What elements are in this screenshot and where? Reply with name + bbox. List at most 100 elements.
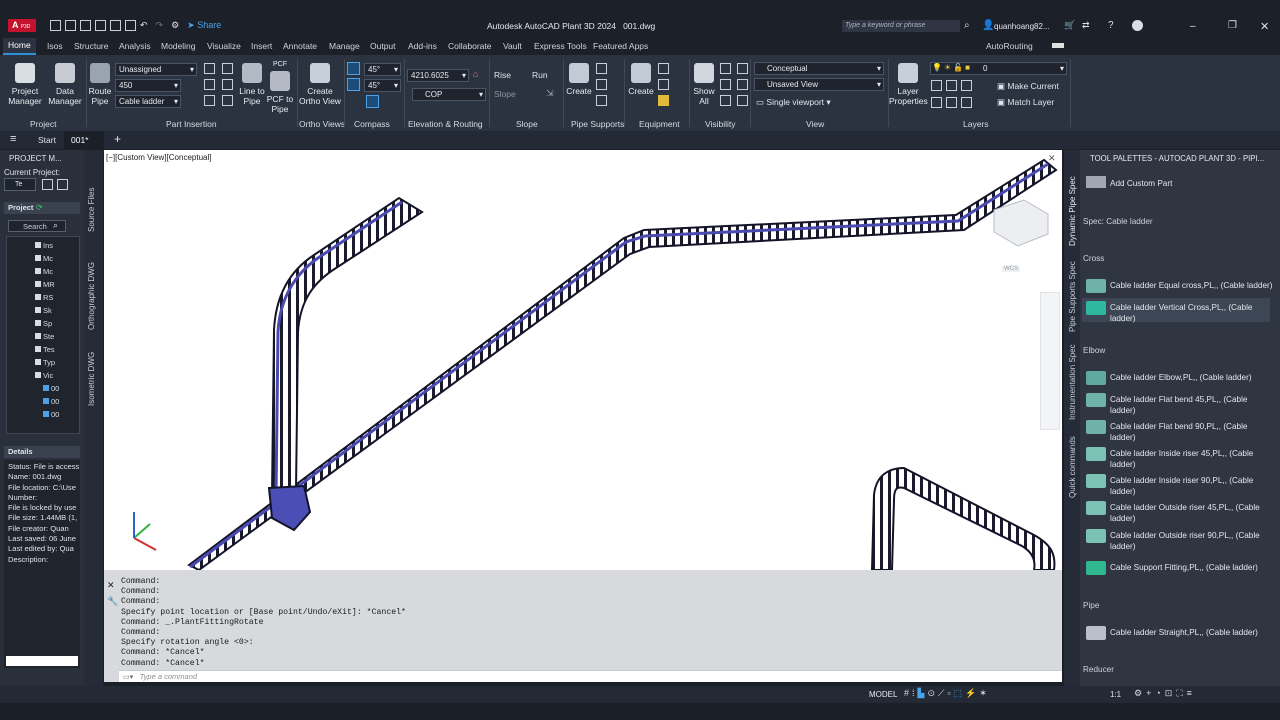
command-input-row[interactable]: ▭▾ Type a command — [119, 670, 1062, 682]
palette-item[interactable]: Cable ladder Flat bend 45,PL,, (Cable la… — [1110, 394, 1275, 416]
ribbon-toggle-icon[interactable] — [1052, 43, 1064, 48]
command-input[interactable]: Type a command — [136, 672, 197, 681]
tool-icon-2[interactable] — [204, 79, 215, 90]
source-files-tab[interactable]: Source Files — [87, 188, 96, 232]
tree-item[interactable]: MR — [35, 280, 55, 289]
single-viewport-button[interactable]: ▭ Single viewport ▾ — [756, 97, 831, 108]
tab-insert[interactable]: Insert — [251, 41, 272, 51]
show-all-button[interactable]: Show All — [691, 63, 717, 106]
layer-tool-icon-5[interactable] — [946, 97, 957, 109]
user-icon[interactable]: 👤 — [982, 20, 994, 31]
tree-item[interactable]: Typ — [35, 358, 55, 367]
tree-item[interactable]: Vic — [35, 371, 53, 380]
group-elevation[interactable]: Elevation & Routing — [408, 119, 483, 129]
compass-toggle-1[interactable] — [347, 62, 360, 75]
layer-tool-icon-4[interactable] — [931, 97, 942, 109]
share-icon[interactable]: ➤ — [187, 20, 197, 30]
plus-icon[interactable]: + — [1146, 688, 1155, 698]
tab-manage[interactable]: Manage — [329, 41, 360, 51]
tree-item[interactable]: Tes — [35, 345, 55, 354]
visibility-tool-icon-5[interactable] — [737, 79, 748, 90]
match-layer-button[interactable]: ▣ Match Layer — [997, 97, 1054, 108]
tool-icon-1[interactable] — [204, 63, 215, 74]
saved-view-dropdown[interactable]: Unsaved View — [754, 78, 884, 91]
tree-item[interactable]: Mc — [35, 267, 53, 276]
help-icon[interactable]: ? — [1108, 20, 1114, 31]
minimize-icon[interactable]: – — [1190, 21, 1196, 32]
file-tab[interactable]: 001* — [64, 131, 104, 149]
compass-toggle-2[interactable] — [347, 78, 360, 91]
project-manager-button[interactable]: Project Manager — [6, 63, 44, 106]
cop-dropdown[interactable]: COP — [412, 88, 486, 101]
tree-item[interactable]: Ins — [35, 241, 53, 250]
web-icon[interactable] — [110, 20, 121, 32]
tool-icon-6[interactable] — [222, 95, 233, 107]
tab-vault[interactable]: Vault — [503, 41, 522, 51]
refresh-icon[interactable]: ⟳ — [36, 203, 43, 212]
tree-item[interactable]: Sp — [35, 319, 52, 328]
visibility-tool-icon-2[interactable] — [720, 79, 731, 90]
viewport-label[interactable]: [−][Custom View][Conceptual] — [106, 153, 211, 162]
add-custom-part-button[interactable]: Add Custom Part — [1110, 178, 1275, 189]
units-icon[interactable]: ◔ — [1155, 688, 1164, 698]
palette-item[interactable]: Cable ladder Inside riser 90,PL,, (Cable… — [1110, 475, 1275, 497]
tab-analysis[interactable]: Analysis — [119, 41, 151, 51]
tab-express-tools[interactable]: Express Tools — [534, 41, 587, 51]
tab-addins[interactable]: Add-ins — [408, 41, 437, 51]
visual-style-dropdown[interactable]: Conceptual — [754, 62, 884, 75]
wcs-label[interactable]: WCS — [1002, 266, 1020, 272]
tab-home[interactable]: Home — [3, 38, 36, 55]
layer-tool-icon-1[interactable] — [931, 80, 942, 92]
selection-icon[interactable]: ⬚ — [954, 688, 966, 698]
panel-scrollbar[interactable] — [6, 656, 78, 666]
pcf-to-pipe-button[interactable]: PCF PCF to Pipe — [266, 58, 294, 114]
tab-visualize[interactable]: Visualize — [207, 41, 241, 51]
new-icon[interactable] — [50, 20, 61, 32]
grid-icon[interactable]: # — [904, 688, 912, 698]
part-dropdown[interactable]: Cable ladder — [115, 95, 181, 108]
open-icon[interactable] — [65, 20, 76, 32]
layer-properties-button[interactable]: Layer Properties — [889, 63, 928, 106]
tree-item[interactable]: 00 — [43, 397, 59, 406]
tab-annotate[interactable]: Annotate — [283, 41, 317, 51]
workspace-icon[interactable]: ⚙ — [171, 20, 179, 30]
close-icon[interactable]: ✕ — [1260, 20, 1269, 33]
equipment-tool-icon-2[interactable] — [658, 79, 669, 90]
elevation-reset-icon[interactable]: ⌂ — [473, 69, 478, 79]
tree-item[interactable]: 00 — [43, 410, 59, 419]
create-equipment-button[interactable]: Create — [627, 63, 655, 96]
tab-isos[interactable]: Isos — [47, 41, 63, 51]
search-box[interactable]: Type a keyword or phrase — [842, 20, 960, 32]
data-manager-button[interactable]: Data Manager — [46, 63, 84, 106]
navigation-bar[interactable] — [1040, 292, 1060, 430]
orthographic-dwg-tab[interactable]: Orthographic DWG — [87, 262, 96, 330]
tab-structure[interactable]: Structure — [74, 41, 109, 51]
equipment-tool-icon-3[interactable] — [658, 95, 669, 106]
support-tool-icon-1[interactable] — [596, 63, 607, 74]
tree-item[interactable]: 00 — [43, 384, 59, 393]
pipe-supports-spec-tab[interactable]: Pipe Supports Spec — [1068, 261, 1077, 332]
workspace-icon[interactable]: ⚙ — [1134, 688, 1146, 698]
share-button[interactable]: Share — [197, 20, 221, 30]
line-to-pipe-button[interactable]: Line to Pipe — [237, 63, 267, 106]
layer-tool-icon-3[interactable] — [961, 80, 972, 92]
palette-item[interactable]: Cable ladder Inside riser 45,PL,, (Cable… — [1110, 448, 1275, 470]
visibility-tool-icon-6[interactable] — [737, 95, 748, 106]
model-space-button[interactable]: MODEL — [869, 690, 897, 699]
create-ortho-view-button[interactable]: Create Ortho View — [298, 63, 342, 106]
tab-autorouting[interactable]: AutoRouting — [986, 41, 1033, 51]
palette-item[interactable]: Cable ladder Outside riser 45,PL,, (Cabl… — [1110, 502, 1275, 524]
chat-icon[interactable] — [1132, 20, 1143, 31]
group-layers[interactable]: Layers — [963, 119, 989, 129]
start-tab[interactable]: Start — [38, 135, 56, 145]
cart-icon[interactable]: 🛒 — [1064, 20, 1075, 31]
layer-tool-icon-6[interactable] — [961, 97, 972, 109]
annotation-scale[interactable]: 1:1 — [1110, 690, 1121, 699]
tool-icon-3[interactable] — [204, 95, 215, 107]
compass-toggle-3[interactable] — [366, 95, 379, 108]
tool-icon-5[interactable] — [222, 79, 233, 90]
app-logo[interactable]: A P3D — [8, 19, 36, 32]
equipment-tool-icon-1[interactable] — [658, 63, 669, 74]
palette-item[interactable]: Cable ladder Outside riser 90,PL,, (Cabl… — [1110, 530, 1275, 552]
user-name[interactable]: quanhoang82... — [994, 22, 1050, 31]
